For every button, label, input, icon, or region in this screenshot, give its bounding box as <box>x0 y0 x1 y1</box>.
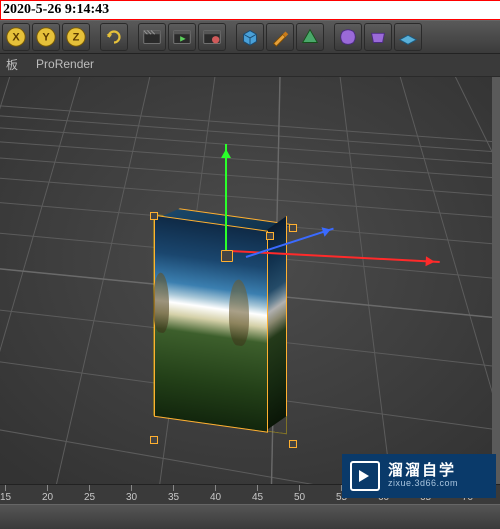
viewport-menubar: 板 ProRender <box>0 52 500 77</box>
floor-button[interactable] <box>394 23 422 51</box>
selection-handle[interactable] <box>150 212 158 220</box>
scene-cube-object[interactable] <box>154 215 286 434</box>
timestamp-overlay: 2020-5-26 9:14:43 <box>0 0 500 20</box>
deformer-button[interactable] <box>334 23 362 51</box>
axis-y-button[interactable]: Y <box>32 23 60 51</box>
watermark-url: zixue.3d66.com <box>388 479 458 489</box>
timeline-tick: 30 <box>126 492 137 503</box>
generator-button[interactable] <box>296 23 324 51</box>
menu-panel[interactable]: 板 <box>6 56 18 73</box>
svg-text:Z: Z <box>73 32 80 44</box>
timeline-tick: 50 <box>294 492 305 503</box>
viewport-scrollbar[interactable] <box>492 76 500 484</box>
selection-handle[interactable] <box>266 232 274 240</box>
timeline-tick: 15 <box>0 492 11 503</box>
render-settings-button[interactable] <box>198 23 226 51</box>
menu-prorender[interactable]: ProRender <box>36 57 94 71</box>
timeline-tick: 45 <box>252 492 263 503</box>
play-icon <box>350 461 380 491</box>
cube-face-side <box>266 216 287 431</box>
selection-handle[interactable] <box>289 224 297 232</box>
render-button[interactable] <box>138 23 166 51</box>
texture-tree-decor <box>153 272 169 334</box>
timeline-tick: 40 <box>210 492 221 503</box>
axis-x-button[interactable]: X <box>2 23 30 51</box>
timeline-tick: 25 <box>84 492 95 503</box>
selection-handle[interactable] <box>289 440 297 448</box>
main-toolbar: X Y Z <box>0 20 500 54</box>
spline-pen-button[interactable] <box>266 23 294 51</box>
deformer2-button[interactable] <box>364 23 392 51</box>
selection-handle[interactable] <box>150 436 158 444</box>
watermark-title: 溜溜自学 <box>388 463 458 480</box>
render-region-button[interactable] <box>168 23 196 51</box>
undo-button[interactable] <box>100 23 128 51</box>
axis-z-button[interactable]: Z <box>62 23 90 51</box>
axis-origin-handle[interactable] <box>221 250 233 262</box>
timeline-tick: 35 <box>168 492 179 503</box>
cube-face-front <box>154 215 268 433</box>
bottom-toolbar <box>0 504 500 529</box>
perspective-viewport[interactable] <box>0 76 500 484</box>
svg-text:X: X <box>12 32 20 44</box>
timeline-tick: 20 <box>42 492 53 503</box>
primitive-cube-button[interactable] <box>236 23 264 51</box>
watermark-badge: 溜溜自学 zixue.3d66.com <box>342 454 496 498</box>
svg-text:Y: Y <box>42 32 50 44</box>
texture-tree-decor <box>229 278 249 347</box>
